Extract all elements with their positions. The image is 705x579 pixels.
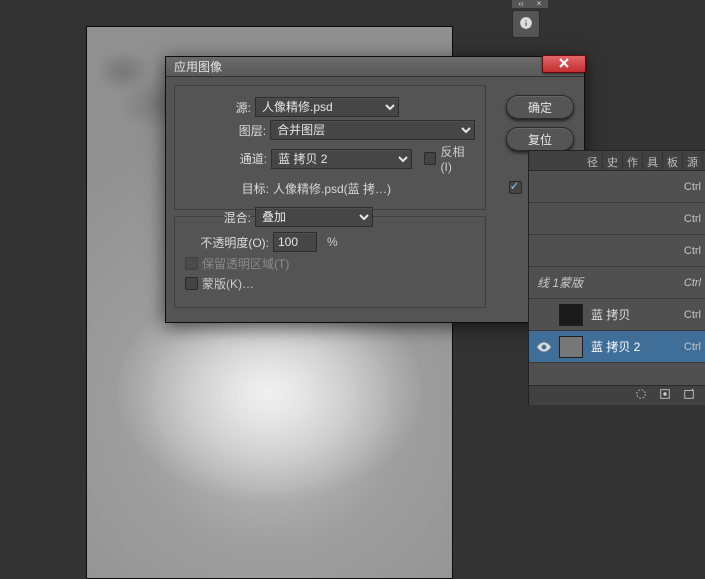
dock-collapse-icon[interactable]: ‹‹ <box>514 0 528 8</box>
top-right-dock: ‹‹ × <box>512 0 548 38</box>
channel-row-selected[interactable]: 蓝 拷贝 2 Ctrl <box>529 331 705 363</box>
channels-panel: 径 史 作 具 板 源 息 Ctrl Ctrl Ctrl 线 1蒙版 Ctrl … <box>528 150 705 405</box>
close-icon <box>559 57 569 71</box>
visibility-icon[interactable] <box>537 308 551 322</box>
preview-checkbox[interactable] <box>509 181 522 194</box>
source-select[interactable]: 人像精修.psd <box>255 97 399 117</box>
panel-tab[interactable]: 源 <box>683 151 703 170</box>
target-value: 人像精修.psd(蓝 拷…) <box>273 180 391 197</box>
preserve-transparency-checkbox <box>185 257 198 270</box>
target-label: 目标: <box>185 180 273 197</box>
channel-row[interactable]: Ctrl <box>529 171 705 203</box>
row-shortcut: Ctrl <box>684 181 705 193</box>
panel-tab[interactable]: 板 <box>663 151 683 170</box>
channel-row[interactable]: Ctrl <box>529 203 705 235</box>
row-shortcut: Ctrl <box>684 309 705 321</box>
info-icon <box>519 16 533 33</box>
load-selection-icon[interactable] <box>635 388 647 403</box>
preserve-transparency-label: 保留透明区域(T) <box>202 255 289 272</box>
channel-name: 蓝 拷贝 <box>591 306 630 323</box>
channel-label: 通道: <box>185 150 271 167</box>
ok-button[interactable]: 确定 <box>506 95 574 119</box>
visibility-icon[interactable] <box>537 340 551 354</box>
channel-select[interactable]: 蓝 拷贝 2 <box>271 149 412 169</box>
mask-checkbox[interactable] <box>185 277 198 290</box>
panel-tab[interactable]: 作 <box>623 151 643 170</box>
blend-label: 混合: <box>185 209 255 226</box>
row-shortcut: Ctrl <box>684 277 705 289</box>
opacity-suffix: % <box>327 235 338 249</box>
blend-select[interactable]: 叠加 <box>255 207 373 227</box>
panel-footer <box>529 385 705 405</box>
panel-tab[interactable]: 径 <box>583 151 603 170</box>
panel-tab[interactable]: 具 <box>643 151 663 170</box>
apply-image-dialog: 应用图像 确定 复位 预览(P) 源: 人像精修.psd 图层 <box>165 56 585 323</box>
source-group: 源: 人像精修.psd 图层: 合并图层 通道: 蓝 拷贝 2 反相(I) <box>174 85 486 210</box>
mask-label: 蒙版(K)… <box>202 275 254 292</box>
invert-checkbox[interactable] <box>424 152 437 165</box>
blend-group: 混合: 叠加 不透明度(O): % 保留透明区域(T) 蒙版(K)… <box>174 216 486 308</box>
source-label: 源: <box>185 99 255 116</box>
dialog-close-button[interactable] <box>542 55 586 73</box>
save-selection-icon[interactable] <box>659 388 671 403</box>
invert-label: 反相(I) <box>440 143 475 174</box>
opacity-label: 不透明度(O): <box>185 234 273 251</box>
layer-label: 图层: <box>185 122 270 139</box>
channel-name: 蓝 拷贝 2 <box>591 338 640 355</box>
new-channel-icon[interactable] <box>683 388 695 403</box>
panel-tabs: 径 史 作 具 板 源 息 <box>529 151 705 171</box>
layer-select[interactable]: 合并图层 <box>270 120 475 140</box>
channel-name: 线 1蒙版 <box>537 274 583 291</box>
info-button[interactable] <box>512 10 540 38</box>
channel-thumbnail <box>559 336 583 358</box>
dialog-title-bar[interactable]: 应用图像 <box>166 57 584 77</box>
channel-row[interactable]: 蓝 拷贝 Ctrl <box>529 299 705 331</box>
row-shortcut: Ctrl <box>684 245 705 257</box>
dialog-title: 应用图像 <box>174 58 222 75</box>
reset-button[interactable]: 复位 <box>506 127 574 151</box>
channel-row[interactable]: 线 1蒙版 Ctrl <box>529 267 705 299</box>
channel-thumbnail <box>559 304 583 326</box>
channel-row[interactable]: Ctrl <box>529 235 705 267</box>
panel-tab[interactable]: 史 <box>603 151 623 170</box>
opacity-input[interactable] <box>273 232 317 252</box>
dock-close-icon[interactable]: × <box>532 0 546 8</box>
row-shortcut: Ctrl <box>684 341 705 353</box>
row-shortcut: Ctrl <box>684 213 705 225</box>
